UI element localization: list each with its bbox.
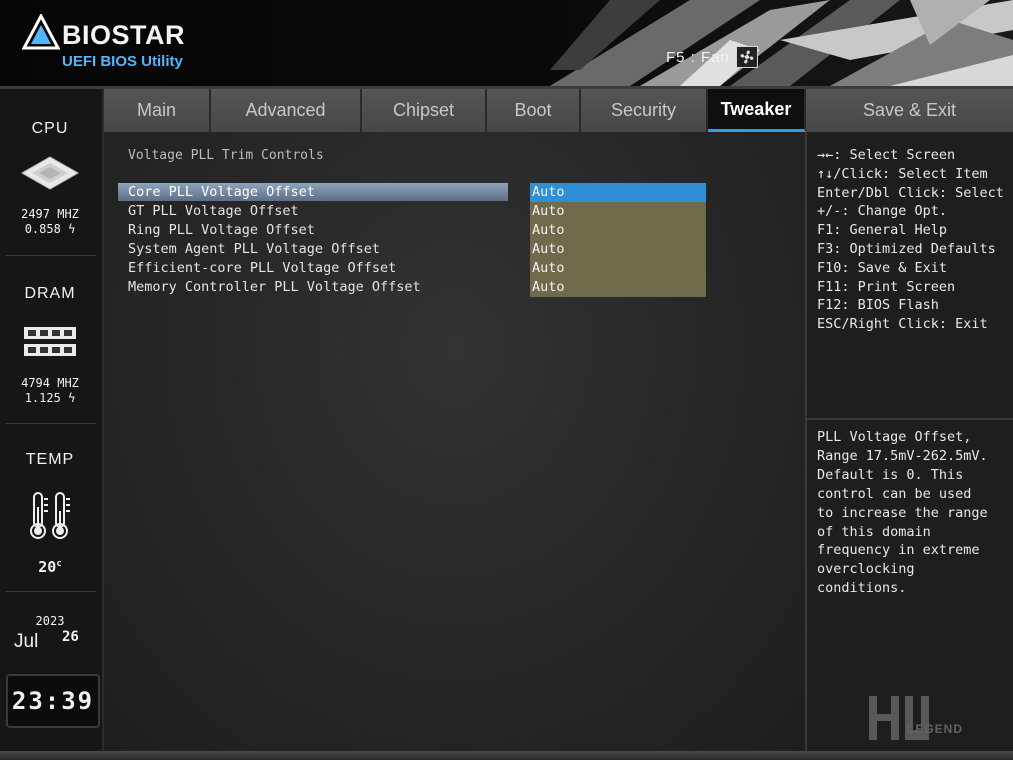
cpu-label: CPU — [31, 120, 69, 137]
tab-security[interactable]: Security — [581, 89, 708, 132]
key-hint: ESC/Right Click: Exit — [817, 316, 988, 333]
setting-row-system-agent-pll[interactable]: System Agent PLL Voltage Offset Auto — [104, 240, 805, 259]
description-line: PLL Voltage Offset, — [817, 429, 972, 445]
header: BIOSTAR UEFI BIOS Utility F5 : Fan — [0, 0, 1013, 86]
setting-label[interactable]: Memory Controller PLL Voltage Offset — [118, 278, 508, 296]
watermark-icon — [869, 696, 929, 740]
fan-icon — [735, 46, 758, 68]
tab-advanced[interactable]: Advanced — [211, 89, 362, 132]
status-panel: CPU 2497 MHZ 0.858 ϟ DRAM 4794 MHZ 1.125… — [0, 89, 104, 751]
setting-value[interactable]: Auto — [530, 221, 706, 240]
temp-value: 20 — [38, 558, 57, 576]
cpu-chip-icon — [20, 156, 80, 190]
tab-chipset[interactable]: Chipset — [362, 89, 487, 132]
settings-pane: Voltage PLL Trim Controls Core PLL Volta… — [104, 132, 805, 751]
description-line: Range 17.5mV-262.5mV. — [817, 447, 988, 464]
setting-label[interactable]: Efficient-core PLL Voltage Offset — [118, 259, 508, 277]
tab-main[interactable]: Main — [104, 89, 211, 132]
setting-label[interactable]: Ring PLL Voltage Offset — [118, 221, 508, 239]
key-hint: F10: Save & Exit — [817, 259, 948, 276]
separator — [6, 255, 96, 256]
help-divider — [807, 418, 1013, 420]
key-hint: Enter/Dbl Click: Select — [817, 184, 1004, 201]
clock: 23:39 — [6, 674, 100, 728]
brand-name: BIOSTAR — [62, 20, 185, 50]
key-hint: F1: General Help — [817, 222, 948, 239]
setting-row-efficient-core-pll[interactable]: Efficient-core PLL Voltage Offset Auto — [104, 259, 805, 278]
dram-voltage-readout: 1.125 ϟ — [0, 391, 100, 406]
setting-label[interactable]: GT PLL Voltage Offset — [118, 202, 508, 220]
description-line: conditions. — [817, 580, 907, 597]
bios-subtitle: UEFI BIOS Utility — [62, 53, 183, 70]
watermark-text: LEGEND — [907, 722, 964, 736]
setting-row-ring-pll[interactable]: Ring PLL Voltage Offset Auto — [104, 221, 805, 240]
date-day: 26 — [62, 629, 79, 645]
description-line: Default is 0. This — [817, 466, 964, 483]
fan-button[interactable]: F5 : Fan — [666, 46, 758, 68]
dram-module-icon — [24, 327, 76, 356]
date-month: Jul — [14, 631, 39, 652]
temp-label: TEMP — [25, 451, 75, 468]
dram-voltage: 1.125 — [24, 391, 61, 405]
item-description: PLL Voltage Offset, Range 17.5mV-262.5mV… — [817, 428, 1007, 598]
key-hint: ↑↓/Click: Select Item — [817, 165, 988, 182]
biostar-logo: BIOSTAR UEFI BIOS Utility — [22, 14, 222, 74]
description-line: control can be used — [817, 485, 972, 502]
key-hint: F11: Print Screen — [817, 278, 956, 295]
fan-label: F5 : Fan — [666, 48, 730, 66]
cpu-voltage: 0.858 — [24, 222, 61, 236]
tab-bar: Main Advanced Chipset Boot Security Twea… — [104, 89, 1013, 132]
help-pane: →←: Select Screen ↑↓/Click: Select Item … — [805, 132, 1013, 751]
setting-row-memory-controller-pll[interactable]: Memory Controller PLL Voltage Offset Aut… — [104, 278, 805, 297]
date-display: Jul 26 — [14, 627, 94, 653]
description-line: frequency in extreme — [817, 542, 980, 559]
temp-readout: 20c — [38, 558, 62, 576]
setting-value[interactable]: Auto — [530, 259, 706, 278]
setting-label[interactable]: Core PLL Voltage Offset — [118, 183, 508, 201]
cpu-frequency: 2497 MHZ — [21, 207, 79, 221]
setting-row-gt-pll[interactable]: GT PLL Voltage Offset Auto — [104, 202, 805, 221]
section-title: Voltage PLL Trim Controls — [128, 148, 324, 163]
description-line: to increase the range — [817, 504, 988, 521]
dram-frequency: 4794 MHZ — [21, 376, 79, 390]
separator — [6, 591, 96, 592]
bolt-icon: ϟ — [68, 222, 76, 236]
cpu-voltage-readout: 0.858 ϟ — [0, 222, 100, 237]
thermometer-icon — [30, 492, 70, 539]
header-background-art — [550, 0, 1013, 86]
key-legend: →←: Select Screen ↑↓/Click: Select Item … — [817, 146, 1004, 334]
tab-save-exit[interactable]: Save & Exit — [806, 89, 1013, 132]
setting-value[interactable]: Auto — [530, 202, 706, 221]
key-hint: F12: BIOS Flash — [817, 297, 939, 314]
dram-label: DRAM — [24, 285, 76, 302]
tab-tweaker[interactable]: Tweaker — [708, 89, 806, 132]
tab-boot[interactable]: Boot — [487, 89, 581, 132]
key-hint: →←: Select Screen — [817, 147, 956, 163]
description-line: overclocking — [817, 561, 915, 578]
setting-row-core-pll[interactable]: Core PLL Voltage Offset Auto — [104, 183, 805, 202]
bolt-icon: ϟ — [68, 391, 76, 405]
setting-value[interactable]: Auto — [530, 278, 706, 297]
footer-bar — [0, 751, 1013, 760]
description-line: of this domain — [817, 523, 931, 540]
setting-label[interactable]: System Agent PLL Voltage Offset — [118, 240, 508, 258]
key-hint: +/-: Change Opt. — [817, 203, 948, 220]
biostar-logo-icon — [22, 14, 60, 50]
watermark-logo: LEGEND — [867, 692, 1012, 750]
setting-value[interactable]: Auto — [530, 240, 706, 259]
key-hint: F3: Optimized Defaults — [817, 240, 996, 257]
separator — [6, 423, 96, 424]
setting-value[interactable]: Auto — [530, 183, 706, 202]
